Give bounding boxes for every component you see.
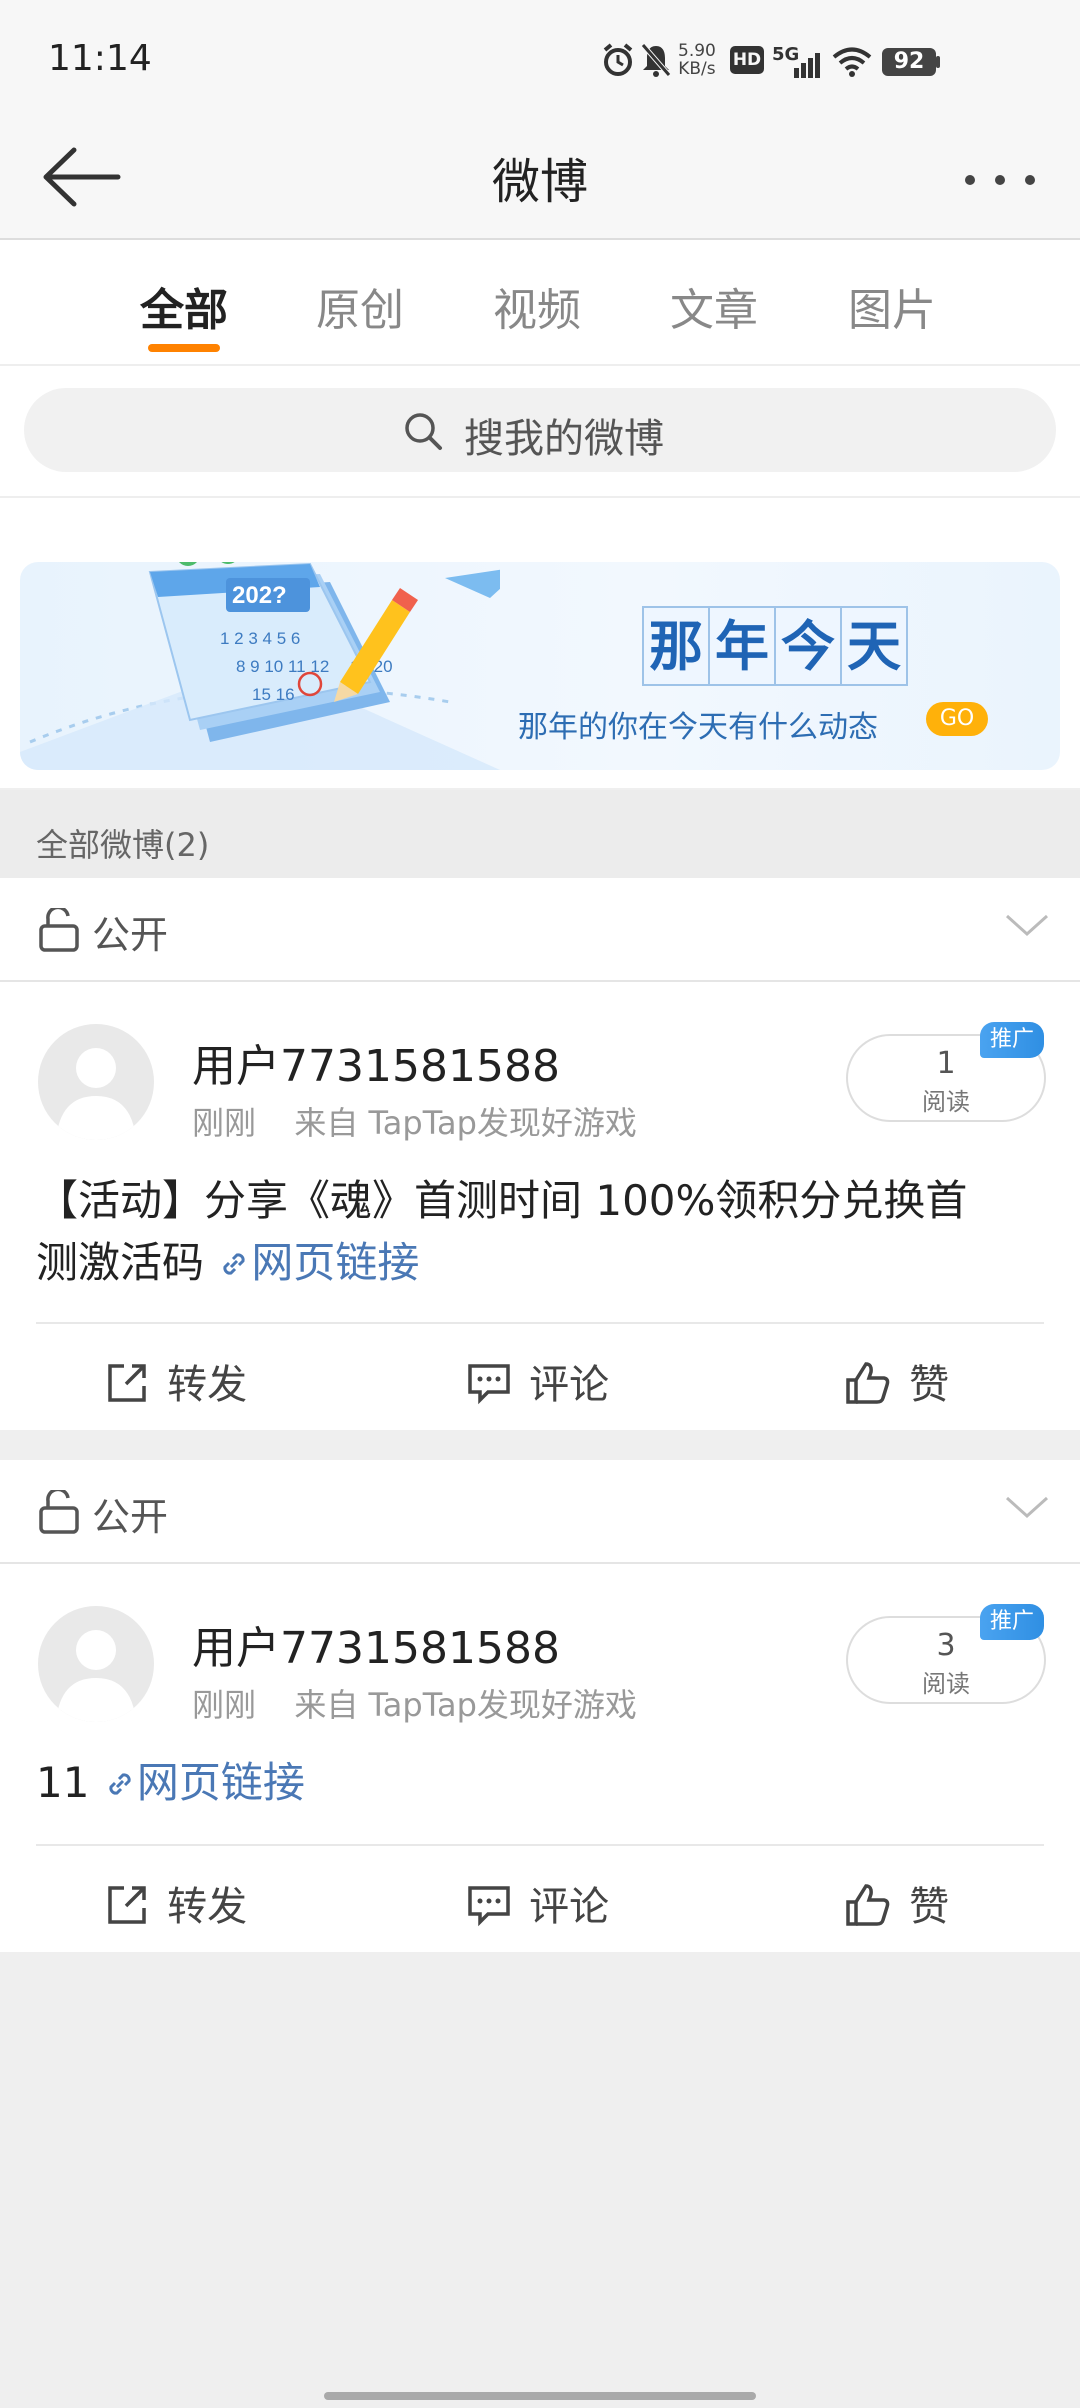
calendar-days-row3: 15 16 [252,685,295,704]
post-text: 【活动】分享《魂》首测时间 100%领积分兑换首 测激活码 网页链接 [36,1170,1046,1294]
tab-active-indicator [148,344,220,352]
calendar-days-row1: 1 2 3 4 5 6 [220,629,300,648]
visibility-label: 公开 [92,913,169,957]
visibility-row[interactable]: 公开 [0,1460,1080,1564]
home-indicator[interactable] [324,2392,756,2400]
search-input[interactable]: 搜我的微博 [24,388,1056,472]
comment-icon [468,1364,510,1405]
post-source: 来自 TapTap发现好游戏 [294,1686,637,1724]
thumbs-up-icon [846,1362,890,1404]
mute-bell-icon [641,43,671,77]
post-text: 11 网页链接 [36,1752,1046,1814]
like-button[interactable]: 赞 [844,1352,949,1410]
post-meta: 刚刚 来自 TapTap发现好游戏 [192,1680,637,1726]
unlock-icon [39,908,79,952]
read-label: 阅读 [922,1088,970,1116]
visibility-row[interactable]: 公开 [0,878,1080,982]
tab-all[interactable]: 全部 [140,274,228,338]
search-placeholder: 搜我的微博 [464,416,664,462]
comment-button[interactable]: 评论 [466,1352,609,1410]
like-label: 赞 [909,1884,950,1930]
net-speed-value: 5.90 [678,41,716,61]
like-button[interactable]: 赞 [844,1874,949,1932]
web-link[interactable]: 网页链接 [103,1758,305,1807]
post-time: 刚刚 [192,1104,257,1142]
post-meta: 刚刚 来自 TapTap发现好游戏 [192,1098,637,1144]
post-source: 来自 TapTap发现好游戏 [294,1104,637,1142]
banner-title-char-3: 今 [774,606,842,686]
alarm-icon [603,43,633,76]
tab-article[interactable]: 文章 [670,274,758,338]
default-avatar-icon [56,1048,136,1140]
visibility-label: 公开 [92,1495,169,1539]
more-icon[interactable] [960,170,1040,190]
tab-bar: 全部 原创 视频 文章 图片 [0,240,1080,366]
web-link[interactable]: 网页链接 [217,1238,419,1287]
status-time: 11:14 [48,38,152,79]
page-title: 微博 [491,154,588,210]
tab-original[interactable]: 原创 [316,274,404,338]
post-card: 用户7731581588 刚刚 来自 TapTap发现好游戏 3 阅读 推广 1… [0,1564,1080,1952]
repost-icon [108,1886,146,1924]
post-text-line1: 【活动】分享《魂》首测时间 100%领积分兑换首 [36,1176,968,1225]
banner-title-char-4: 天 [840,606,908,686]
post-text-line1: 11 [36,1758,90,1807]
link-icon [109,1773,131,1795]
section-label: 全部微博(2) [36,826,210,864]
banner-section: 202? 1 2 3 4 5 6 8 9 10 11 12 15 16 19 2… [0,498,1080,788]
wifi-icon [832,47,872,77]
comment-button[interactable]: 评论 [466,1874,609,1932]
comment-label: 评论 [529,1884,610,1930]
on-this-day-banner[interactable]: 202? 1 2 3 4 5 6 8 9 10 11 12 15 16 19 2… [20,562,1060,770]
calendar-year: 202? [232,582,287,609]
username[interactable]: 用户7731581588 [192,1612,560,1676]
nav-header: 微博 [0,120,1080,240]
repost-icon [108,1364,146,1402]
status-bar: 11:14 5.90 KB/s HD 5G 92 [0,0,1080,120]
avatar[interactable] [38,1606,154,1722]
banner-subtitle: 那年的你在今天有什么动态 [518,710,878,745]
calendar-illustration: 202? 1 2 3 4 5 6 8 9 10 11 12 15 16 19 2… [20,562,500,770]
promote-badge[interactable]: 推广 [980,1022,1044,1058]
username[interactable]: 用户7731581588 [192,1030,560,1094]
search-icon [405,413,442,450]
chevron-down-icon[interactable] [1004,912,1050,940]
battery-indicator: 92 [882,48,936,76]
hd-badge: HD [730,46,764,74]
repost-label: 转发 [167,1362,248,1408]
banner-title-char-1: 那 [642,606,710,686]
signal-icon [794,53,820,78]
default-avatar-icon [56,1630,136,1722]
divider [36,1844,1044,1846]
net-speed: 5.90 KB/s [678,42,716,78]
post-card: 用户7731581588 刚刚 来自 TapTap发现好游戏 1 阅读 推广 【… [0,982,1080,1430]
post-time: 刚刚 [192,1686,257,1724]
unlock-icon [39,1490,79,1534]
promote-badge[interactable]: 推广 [980,1604,1044,1640]
tab-image[interactable]: 图片 [848,274,936,338]
comment-label: 评论 [529,1362,610,1408]
tab-video[interactable]: 视频 [493,274,581,338]
thumbs-up-icon [846,1884,890,1926]
link-icon [223,1253,245,1275]
banner-title-char-2: 年 [708,606,776,686]
banner-go-button[interactable]: GO [926,702,988,736]
chevron-down-icon[interactable] [1004,1494,1050,1522]
read-label: 阅读 [922,1670,970,1698]
search-section: 搜我的微博 [0,366,1080,498]
repost-button[interactable]: 转发 [104,1874,247,1932]
post-text-line2: 测激活码 网页链接 [36,1238,420,1287]
section-header: 全部微博(2) [0,790,1080,878]
comment-icon [468,1886,510,1927]
divider [36,1322,1044,1324]
avatar[interactable] [38,1024,154,1140]
net-speed-unit: KB/s [678,59,716,79]
like-label: 赞 [909,1362,950,1408]
battery-tip [936,56,940,68]
repost-label: 转发 [167,1884,248,1930]
repost-button[interactable]: 转发 [104,1352,247,1410]
